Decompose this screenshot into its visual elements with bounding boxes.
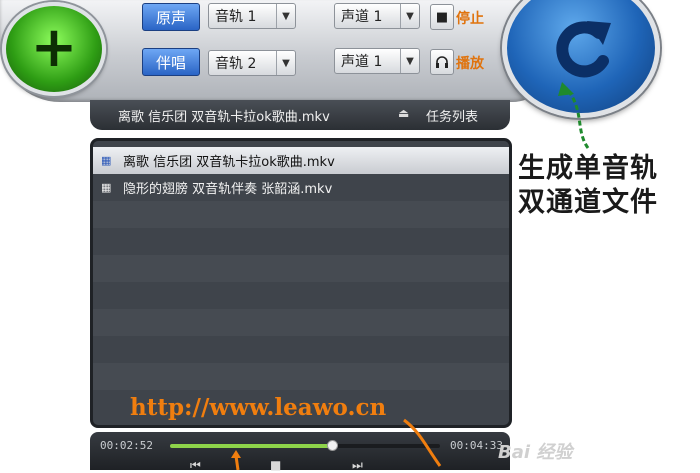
url-arrow-head — [231, 450, 241, 458]
annotation-arrows — [231, 82, 590, 470]
annotation-arrow — [564, 87, 590, 149]
url-arrow-2 — [234, 455, 240, 470]
url-arrow — [403, 418, 442, 467]
annotation-arrow-head — [558, 82, 574, 96]
